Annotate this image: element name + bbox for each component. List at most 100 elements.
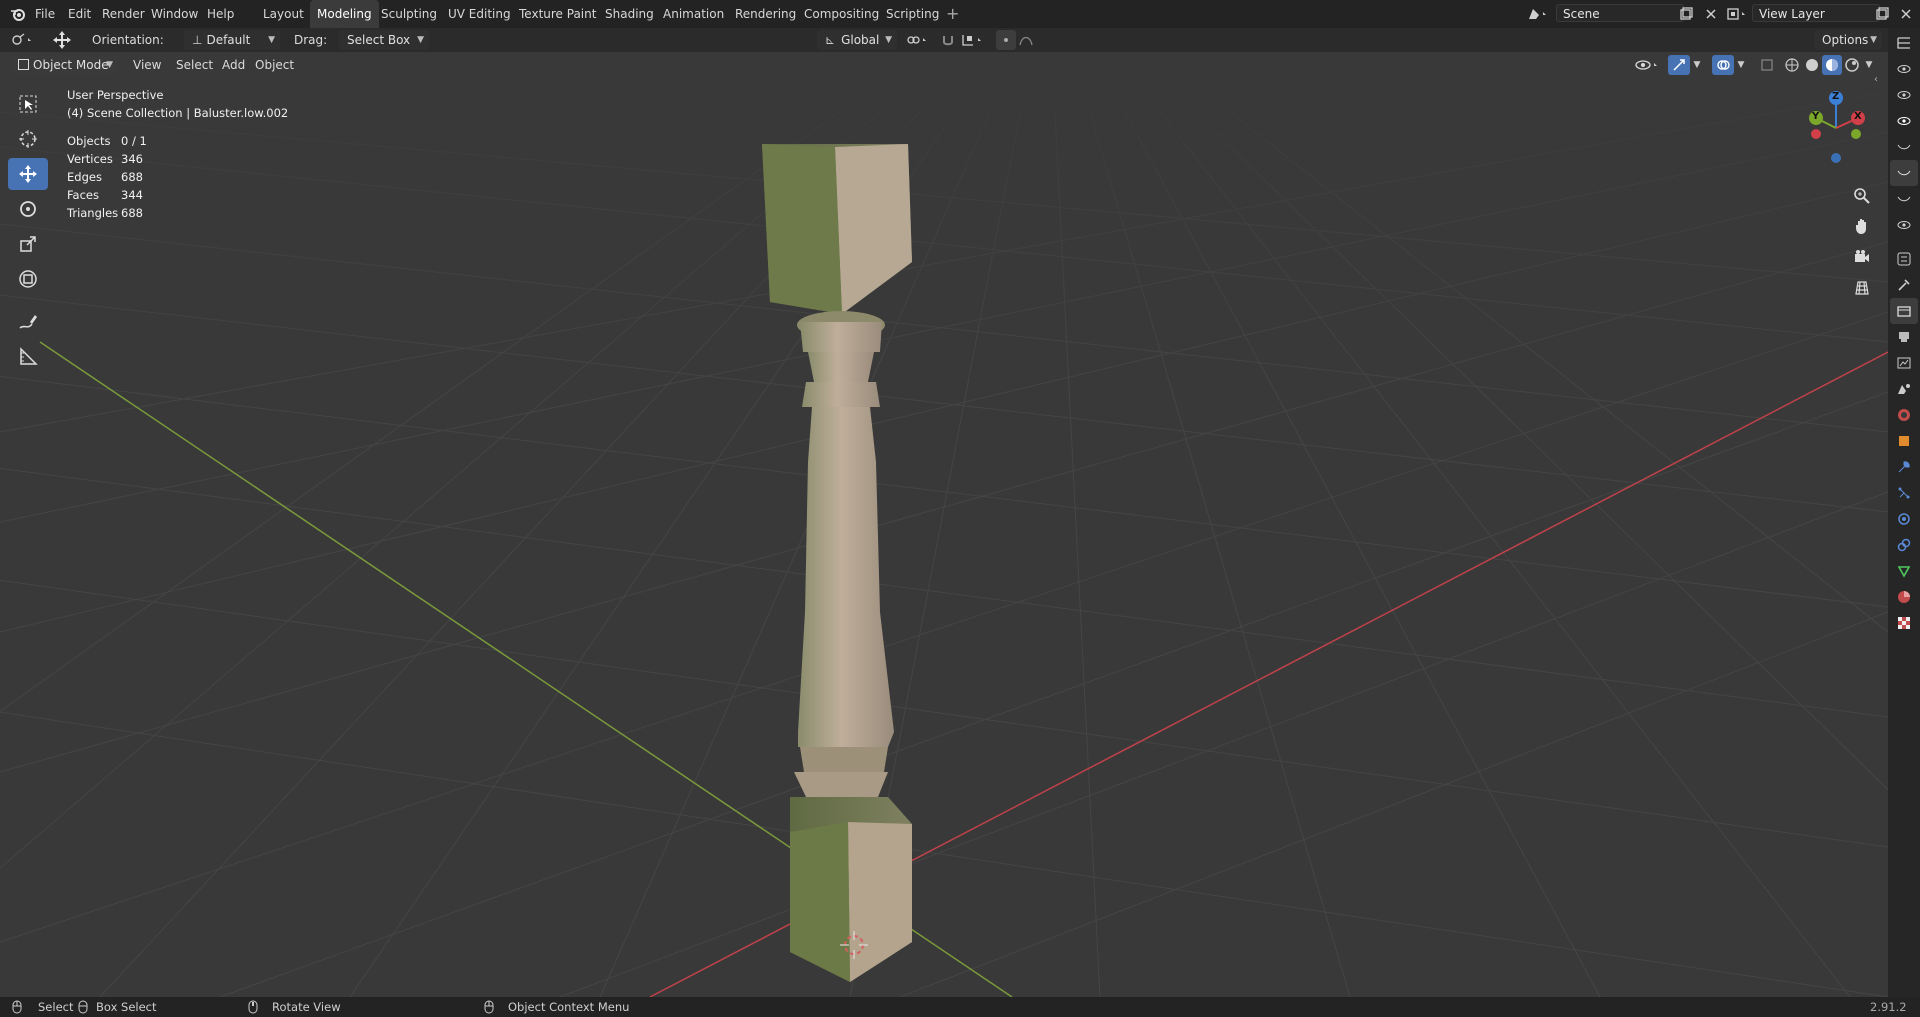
add-workspace-button[interactable]: + xyxy=(946,0,959,28)
move-tool[interactable] xyxy=(8,158,48,190)
new-scene-icon[interactable] xyxy=(1676,4,1696,24)
gizmo-toggle-icon[interactable] xyxy=(1668,55,1690,75)
menu-edit[interactable]: Edit xyxy=(68,0,91,28)
viewport-menu-object[interactable]: Object xyxy=(249,55,300,75)
scene-name-field[interactable]: Scene xyxy=(1556,4,1684,22)
eye-visibility-icon[interactable] xyxy=(1890,108,1918,134)
modifier-properties-tab-icon[interactable] xyxy=(1890,454,1918,480)
shading-dropdown-icon[interactable]: ▼ xyxy=(1862,55,1876,75)
proportional-editing-icon[interactable] xyxy=(996,30,1016,50)
viewport-menu-view[interactable]: View xyxy=(127,55,167,75)
collapse-arrow-icon[interactable]: ‹ xyxy=(1874,74,1878,85)
perspective-toggle-icon[interactable] xyxy=(1848,274,1876,302)
menu-window[interactable]: Window xyxy=(151,0,198,28)
menu-render[interactable]: Render xyxy=(102,0,145,28)
menu-help[interactable]: Help xyxy=(207,0,234,28)
transform-orientation-dropdown[interactable]: ⊾ Global ▼ xyxy=(817,30,897,50)
falloff-icon[interactable] xyxy=(1016,30,1036,50)
stat-value: 346 xyxy=(121,152,143,166)
texture-properties-tab-icon[interactable] xyxy=(1890,610,1918,636)
hide-icon[interactable] xyxy=(1890,186,1918,212)
tab-modeling[interactable]: Modeling xyxy=(310,0,379,28)
blender-logo-icon[interactable] xyxy=(8,0,28,28)
stat-value: 688 xyxy=(121,206,143,220)
output-properties-tab-icon[interactable] xyxy=(1890,324,1918,350)
rendered-shading-icon[interactable] xyxy=(1842,55,1862,75)
navigation-gizmo[interactable]: Z X Y xyxy=(1800,88,1870,168)
view-layer-name-field[interactable]: View Layer xyxy=(1752,4,1880,22)
stat-label: Edges xyxy=(67,170,102,184)
outliner-editor-icon[interactable] xyxy=(1890,30,1918,56)
active-tool-move-icon[interactable] xyxy=(50,29,74,51)
3d-viewport[interactable]: Object Mode▼ View Select Add Object ▼ ▼ xyxy=(0,52,1888,997)
visibility-icon[interactable] xyxy=(1632,55,1662,75)
snap-toggle-icon[interactable] xyxy=(938,30,958,50)
zoom-icon[interactable] xyxy=(1848,182,1876,210)
material-properties-tab-icon[interactable] xyxy=(1890,584,1918,610)
hide-icon[interactable] xyxy=(1890,134,1918,160)
data-properties-tab-icon[interactable] xyxy=(1890,558,1918,584)
scene-properties-tab-icon[interactable] xyxy=(1890,376,1918,402)
overlays-toggle-icon[interactable] xyxy=(1712,55,1734,75)
tab-animation[interactable]: Animation xyxy=(656,0,731,28)
world-properties-tab-icon[interactable] xyxy=(1890,402,1918,428)
physics-properties-tab-icon[interactable] xyxy=(1890,506,1918,532)
remove-scene-icon[interactable] xyxy=(1701,4,1721,24)
eye-visibility-icon[interactable] xyxy=(1890,82,1918,108)
new-view-layer-icon[interactable] xyxy=(1872,4,1892,24)
tab-shading[interactable]: Shading xyxy=(598,0,661,28)
options-dropdown[interactable]: Options ▼ xyxy=(1814,30,1882,50)
viewport-info: User Perspective (4) Scene Collection | … xyxy=(67,86,288,122)
tab-scripting[interactable]: Scripting xyxy=(879,0,946,28)
orientation-dropdown[interactable]: ⊥ Default ▼ xyxy=(184,30,280,50)
scale-tool[interactable] xyxy=(8,228,48,260)
object-properties-tab-icon[interactable] xyxy=(1890,428,1918,454)
pan-hand-icon[interactable] xyxy=(1848,212,1876,240)
eye-visibility-icon[interactable] xyxy=(1890,212,1918,238)
scene-selector-icon[interactable] xyxy=(1524,4,1552,24)
chevron-down-icon: ▼ xyxy=(268,35,275,45)
object-mode-dropdown[interactable]: Object Mode ▼ xyxy=(10,55,118,75)
particles-properties-tab-icon[interactable] xyxy=(1890,480,1918,506)
eye-visibility-icon[interactable] xyxy=(1890,56,1918,82)
remove-view-layer-icon[interactable] xyxy=(1896,4,1916,24)
tool-settings-tab-icon[interactable] xyxy=(1890,272,1918,298)
view-layer-selector-icon[interactable] xyxy=(1722,4,1752,24)
hide-icon[interactable] xyxy=(1890,160,1918,186)
measure-tool[interactable] xyxy=(8,341,48,373)
gizmo-dropdown-icon[interactable]: ▼ xyxy=(1690,55,1704,75)
tab-layout[interactable]: Layout xyxy=(256,0,311,28)
status-rotate-hint: Rotate View xyxy=(248,997,341,1017)
select-box-tool[interactable] xyxy=(8,88,48,120)
wireframe-shading-icon[interactable] xyxy=(1782,55,1802,75)
menu-file[interactable]: File xyxy=(35,0,55,28)
view-layer-properties-tab-icon[interactable] xyxy=(1890,350,1918,376)
tab-compositing[interactable]: Compositing xyxy=(797,0,886,28)
annotate-tool[interactable] xyxy=(8,306,48,338)
viewport-menu-add[interactable]: Add xyxy=(216,55,251,75)
viewport-menu-select[interactable]: Select xyxy=(170,55,219,75)
tab-sculpting[interactable]: Sculpting xyxy=(374,0,444,28)
orientation-axis-icon: ⊥ xyxy=(192,33,203,47)
editor-type-icon[interactable] xyxy=(8,30,38,50)
properties-editor-icon[interactable] xyxy=(1890,246,1918,272)
snap-target-icon[interactable] xyxy=(958,30,988,50)
overlays-dropdown-icon[interactable]: ▼ xyxy=(1734,55,1748,75)
tab-rendering[interactable]: Rendering xyxy=(728,0,803,28)
solid-shading-icon[interactable] xyxy=(1802,55,1822,75)
camera-view-icon[interactable] xyxy=(1848,243,1876,271)
xray-toggle-icon[interactable] xyxy=(1758,55,1776,75)
render-properties-tab-icon[interactable] xyxy=(1890,298,1918,324)
rotate-tool[interactable] xyxy=(8,193,48,225)
pivot-point-icon[interactable] xyxy=(903,30,933,50)
material-preview-shading-icon[interactable] xyxy=(1822,55,1842,75)
gizmo-y-label: Y xyxy=(1812,111,1820,122)
top-bar: File Edit Render Window Help Layout Mode… xyxy=(0,0,1920,28)
tab-texture-paint[interactable]: Texture Paint xyxy=(512,0,603,28)
transform-tool[interactable] xyxy=(8,263,48,295)
stat-faces: Faces 344 xyxy=(67,186,147,204)
drag-dropdown[interactable]: Select Box ▼ xyxy=(339,30,429,50)
constraints-properties-tab-icon[interactable] xyxy=(1890,532,1918,558)
tab-uv-editing[interactable]: UV Editing xyxy=(441,0,518,28)
cursor-tool[interactable] xyxy=(8,123,48,155)
